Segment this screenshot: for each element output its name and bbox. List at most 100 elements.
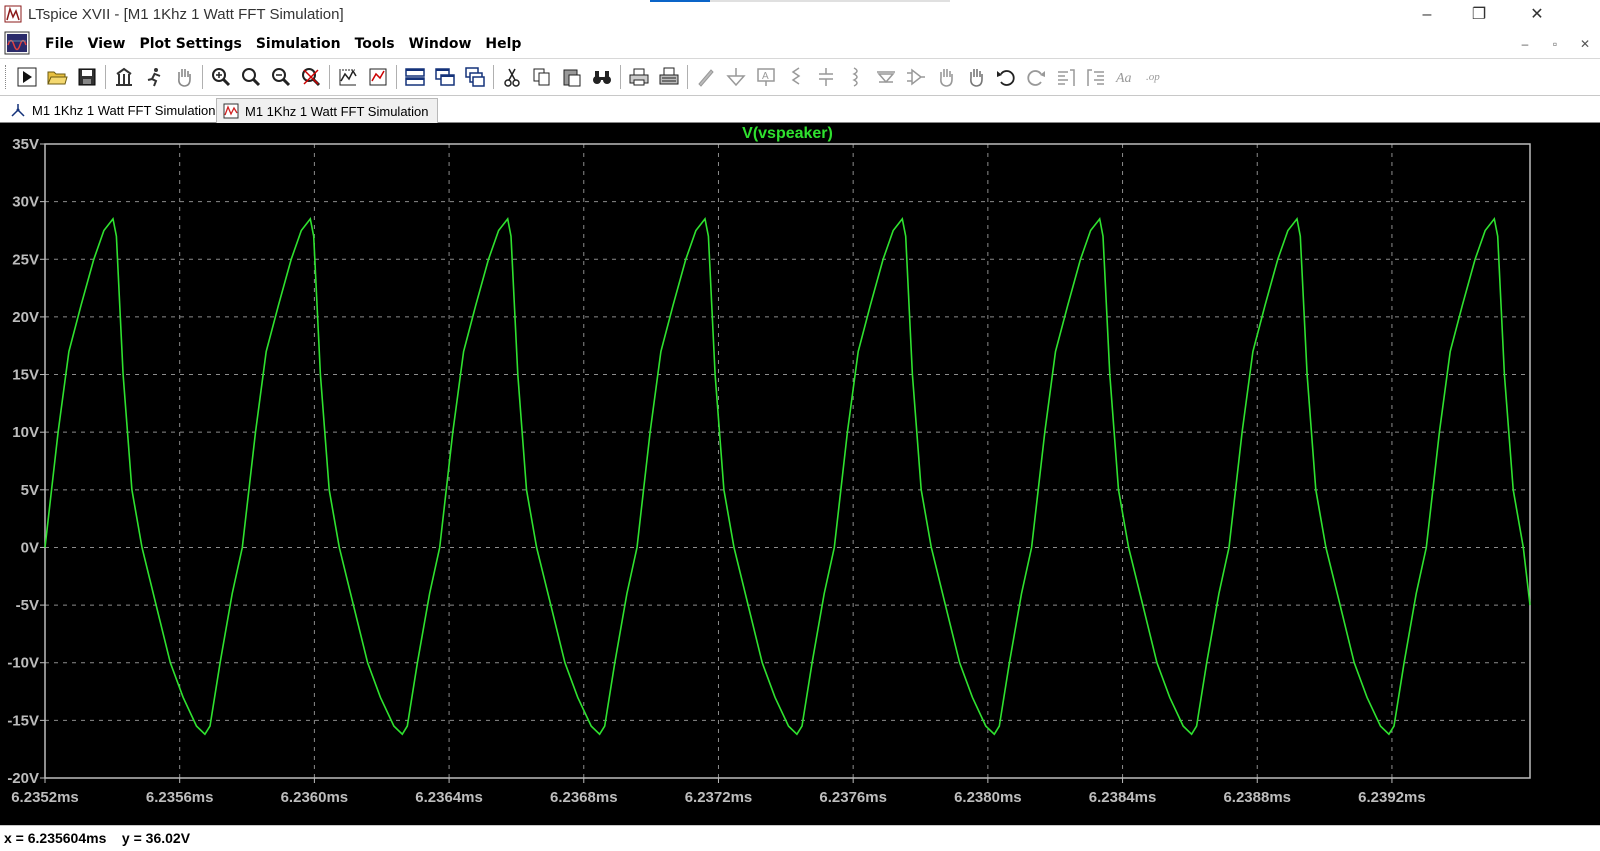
trace-v-vspeaker[interactable]: [44, 217, 1531, 736]
tab-waveform[interactable]: M1 1Khz 1 Watt FFT Simulation: [216, 98, 438, 123]
tile-horizontal-icon[interactable]: [400, 63, 430, 91]
toolbar-grip[interactable]: [5, 65, 9, 89]
x-tick-label: 6.2388ms: [1223, 789, 1291, 806]
x-tick-label: 6.2392ms: [1358, 789, 1426, 806]
ltspice-app-icon: [4, 5, 22, 23]
x-tick-label: 6.2372ms: [685, 789, 753, 806]
waveform-plot-pane[interactable]: 35V 30V 25V 20V 15V 10V 5V 0V -5V -10V -15V -20V 6.…: [0, 123, 1600, 825]
cut-icon[interactable]: [497, 63, 527, 91]
zoom-in-icon[interactable]: [206, 63, 236, 91]
diode-icon[interactable]: [871, 63, 901, 91]
y-tick-label: 20V: [12, 309, 39, 326]
label-icon[interactable]: A: [751, 63, 781, 91]
minimize-button[interactable]: –: [1404, 0, 1450, 30]
close-button[interactable]: ✕: [1514, 0, 1560, 30]
y-tick-label: 5V: [21, 482, 39, 499]
y-axis-ticks: 35V 30V 25V 20V 15V 10V 5V 0V -5V -10V -15V -20V: [7, 136, 45, 787]
menu-file[interactable]: File: [38, 30, 81, 58]
document-tab-bar: M1 1Khz 1 Watt FFT Simulation M1 1Khz 1 …: [0, 96, 1600, 123]
menu-bar: File View Plot Settings Simulation Tools…: [0, 30, 1600, 59]
x-tick-label: 6.2356ms: [146, 789, 214, 806]
menu-tools[interactable]: Tools: [348, 30, 402, 58]
resistor-icon[interactable]: [781, 63, 811, 91]
mdi-close-button[interactable]: ✕: [1570, 30, 1600, 58]
find-icon[interactable]: [587, 63, 617, 91]
x-tick-label: 6.2376ms: [819, 789, 887, 806]
mdi-minimize-button[interactable]: –: [1510, 30, 1540, 58]
open-icon[interactable]: [42, 63, 72, 91]
x-tick-label: 6.2368ms: [550, 789, 618, 806]
window-title: LTspice XVII - [M1 1Khz 1 Watt FFT Simul…: [28, 6, 344, 23]
toolbar-separator: [202, 65, 203, 89]
copy-icon[interactable]: [527, 63, 557, 91]
menu-view[interactable]: View: [81, 30, 133, 58]
y-tick-label: 25V: [12, 251, 39, 268]
undo-icon[interactable]: [991, 63, 1021, 91]
toolbar-separator: [105, 65, 106, 89]
component-icon[interactable]: [901, 63, 931, 91]
x-tick-label: 6.2352ms: [11, 789, 79, 806]
waveform-icon: [223, 103, 239, 119]
plot-frame: [44, 143, 1531, 779]
menu-window[interactable]: Window: [402, 30, 479, 58]
toolbar-separator: [493, 65, 494, 89]
tab-waveform-label: M1 1Khz 1 Watt FFT Simulation: [245, 103, 429, 119]
ground-icon[interactable]: [721, 63, 751, 91]
control-panel-icon[interactable]: [109, 63, 139, 91]
setup-icon[interactable]: [363, 63, 393, 91]
x-tick-label: 6.2384ms: [1089, 789, 1157, 806]
cursor-readout: x = 6.235604ms y = 36.02V: [4, 830, 191, 846]
capacitor-icon[interactable]: [811, 63, 841, 91]
autorange-icon[interactable]: [333, 63, 363, 91]
waveform-document-icon[interactable]: [4, 31, 30, 55]
save-icon[interactable]: [72, 63, 102, 91]
trace-label[interactable]: V(vspeaker): [742, 125, 833, 142]
rotate-icon[interactable]: [1051, 63, 1081, 91]
y-tick-label: 15V: [12, 367, 39, 384]
pan-hand-icon[interactable]: [169, 63, 199, 91]
title-bar: LTspice XVII - [M1 1Khz 1 Watt FFT Simul…: [0, 0, 1600, 30]
y-tick-label: 10V: [12, 424, 39, 441]
paste-icon[interactable]: [557, 63, 587, 91]
waveform-chart[interactable]: 35V 30V 25V 20V 15V 10V 5V 0V -5V -10V -15V -20V 6.…: [0, 123, 1600, 825]
run-icon[interactable]: [12, 63, 42, 91]
mdi-restore-button[interactable]: ▫: [1540, 30, 1570, 58]
menu-help[interactable]: Help: [478, 30, 528, 58]
tile-vertical-icon[interactable]: [430, 63, 460, 91]
title-accent-line: [650, 0, 950, 2]
zoom-fit-icon[interactable]: [296, 63, 326, 91]
cascade-icon[interactable]: [460, 63, 490, 91]
x-tick-label: 6.2364ms: [415, 789, 483, 806]
zoom-area-icon[interactable]: [236, 63, 266, 91]
spice-directive-icon[interactable]: .op: [1141, 63, 1171, 91]
inductor-icon[interactable]: [841, 63, 871, 91]
restore-button[interactable]: ❐: [1456, 0, 1502, 30]
menu-items: File View Plot Settings Simulation Tools…: [38, 30, 528, 58]
menu-plot-settings[interactable]: Plot Settings: [132, 30, 248, 58]
mdi-window-controls: – ▫ ✕: [1510, 30, 1600, 58]
toolbar-buttons: A Aa .op: [12, 63, 1171, 91]
y-tick-label: 35V: [12, 136, 39, 153]
drag-icon[interactable]: [961, 63, 991, 91]
menu-simulation[interactable]: Simulation: [249, 30, 348, 58]
y-tick-label: -5V: [16, 597, 39, 614]
move-icon[interactable]: [931, 63, 961, 91]
draw-wire-icon[interactable]: [691, 63, 721, 91]
mirror-icon[interactable]: [1081, 63, 1111, 91]
print-icon[interactable]: [624, 63, 654, 91]
tab-schematic[interactable]: M1 1Khz 1 Watt FFT Simulation: [4, 98, 224, 122]
redo-icon[interactable]: [1021, 63, 1051, 91]
y-tick-label: 0V: [21, 539, 39, 556]
y-tick-label: -20V: [7, 770, 39, 787]
zoom-out-icon[interactable]: [266, 63, 296, 91]
x-axis-ticks: 6.2352ms 6.2356ms 6.2360ms 6.2364ms 6.2368ms…: [11, 778, 1426, 806]
y-tick-label: 30V: [12, 194, 39, 211]
x-tick-label: 6.2380ms: [954, 789, 1022, 806]
toolbar-separator: [620, 65, 621, 89]
svg-text:Aa: Aa: [1115, 71, 1132, 86]
halt-icon[interactable]: [139, 63, 169, 91]
y-tick-label: -15V: [7, 712, 39, 729]
text-icon[interactable]: Aa: [1111, 63, 1141, 91]
print-setup-icon[interactable]: [654, 63, 684, 91]
status-bar: x = 6.235604ms y = 36.02V: [0, 825, 1600, 851]
